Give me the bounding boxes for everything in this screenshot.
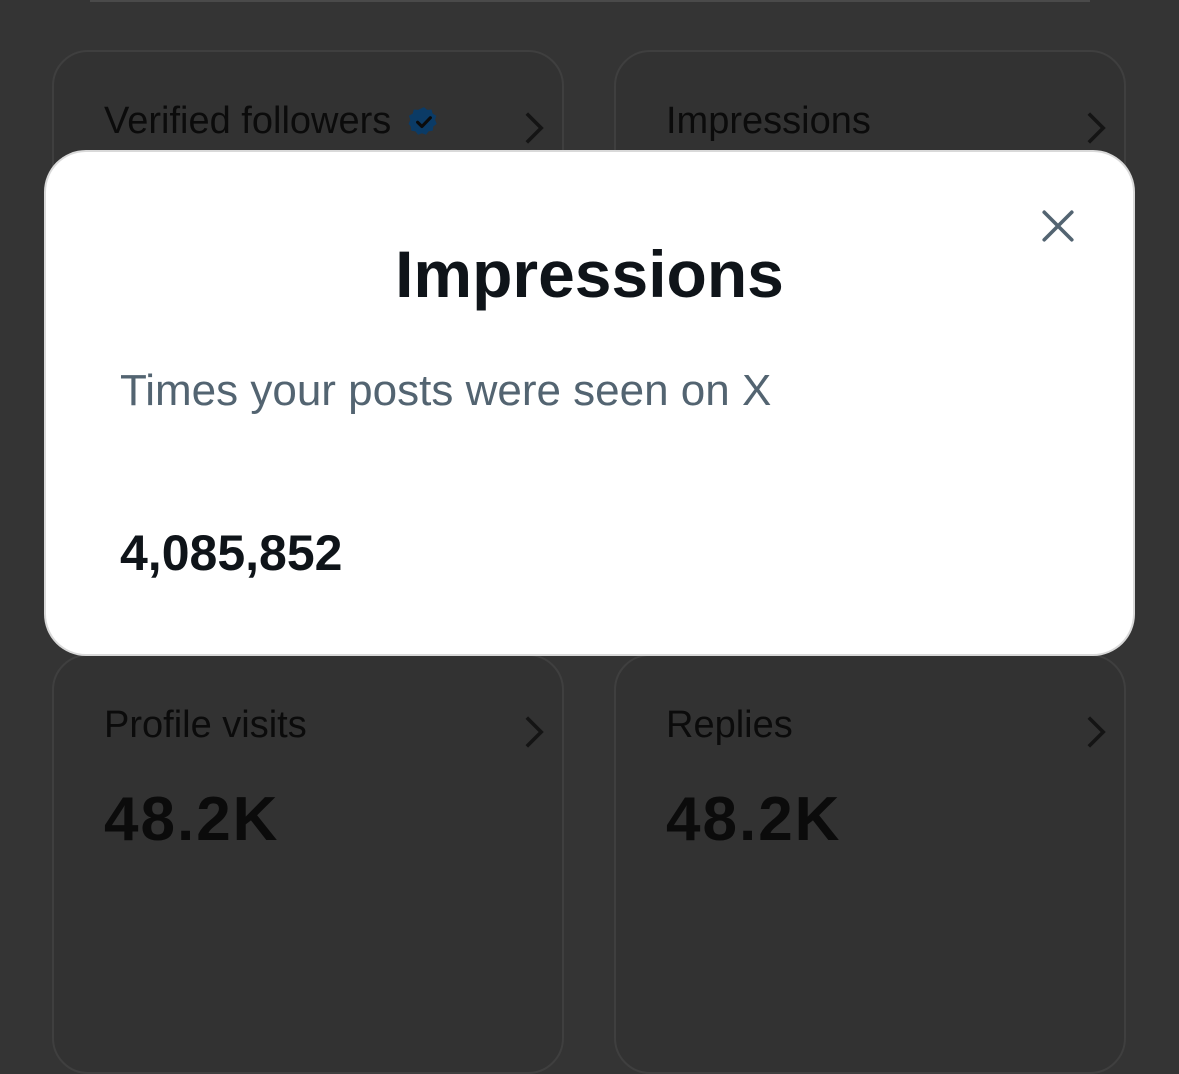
impressions-count: 4,085,852 (120, 525, 343, 581)
card-replies[interactable]: Replies 48.2K (614, 654, 1126, 1074)
card-label: Replies (666, 704, 793, 746)
top-divider (90, 0, 1090, 2)
verified-badge-icon (408, 106, 437, 135)
card-label: Impressions (666, 100, 871, 142)
chevron-right-icon (1087, 716, 1106, 748)
card-title: Impressions (666, 100, 871, 143)
card-label: Verified followers (104, 100, 392, 142)
modal-description: Times your posts were seen on X (120, 366, 772, 415)
chevron-right-icon (1087, 112, 1106, 144)
card-value: 48.2K (104, 785, 280, 854)
card-title: Replies (666, 704, 793, 747)
chevron-right-icon (525, 112, 544, 144)
modal-title: Impressions (395, 237, 784, 311)
card-label: Profile visits (104, 704, 307, 746)
impressions-modal: Impressions Times your posts were seen o… (46, 152, 1133, 654)
card-value: 48.2K (666, 785, 842, 854)
chevron-right-icon (525, 716, 544, 748)
card-title: Profile visits (104, 704, 307, 747)
card-profile-visits[interactable]: Profile visits 48.2K (52, 654, 564, 1074)
card-title: Verified followers (104, 100, 441, 143)
close-icon[interactable] (1036, 204, 1080, 248)
